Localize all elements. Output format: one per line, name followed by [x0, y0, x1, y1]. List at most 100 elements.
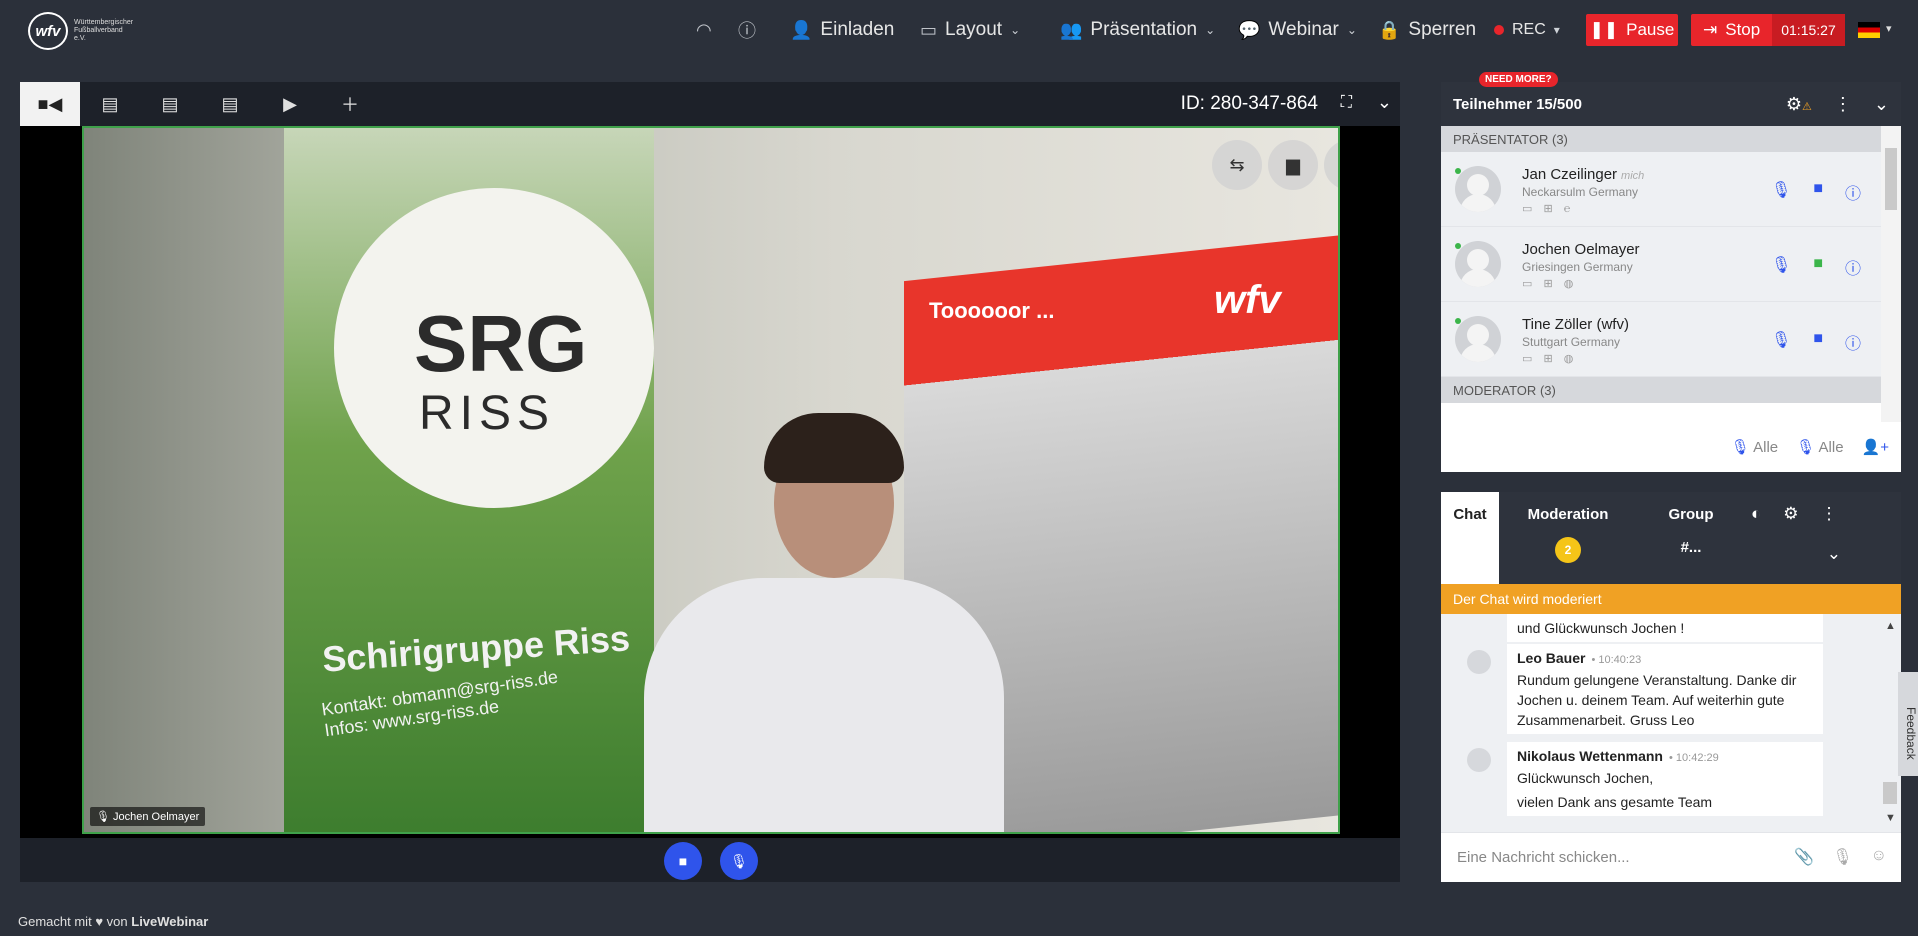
chevron-down-icon: ⌄	[1346, 23, 1357, 37]
chat-tabs: Chat Moderation 2 Group #... ◐ ⚙ ⋮ ⌄	[1441, 492, 1901, 584]
logo-mark: wfv	[28, 12, 68, 50]
chevron-down-icon[interactable]: ⌄	[1827, 544, 1841, 564]
add-tab-button[interactable]: ＋	[320, 82, 380, 126]
participant-row[interactable]: Tine Zöller (wfv) Stuttgart Germany ▭ ⊞ …	[1441, 302, 1881, 377]
word-doc-icon: ▤	[101, 93, 119, 114]
tab-group[interactable]: Group #...	[1641, 492, 1741, 584]
fullscreen-icon[interactable]: ⛶	[1341, 94, 1352, 112]
swap-icon[interactable]: ⇆	[1212, 140, 1262, 190]
language-flag-icon[interactable]	[1858, 22, 1880, 38]
brand-link[interactable]: LiveWebinar	[131, 914, 208, 929]
rec-dropdown[interactable]: REC ▾	[1494, 17, 1560, 43]
stop-icon: ⇥	[1703, 20, 1718, 39]
pause-button[interactable]: ❚❚ Pause	[1586, 14, 1678, 46]
powerpoint-icon: ▤	[161, 93, 179, 114]
microphone-icon[interactable]: 🎙	[1771, 255, 1791, 279]
emoji-icon[interactable]: ☺	[1871, 847, 1887, 867]
microphone-icon: 🎙	[96, 811, 110, 823]
microphone-icon[interactable]: 🎙	[1832, 847, 1852, 867]
microphone-icon: 🎙	[1730, 439, 1750, 456]
settings-icon[interactable]: ⚙	[1783, 504, 1798, 524]
pause-icon: ❚❚	[1589, 20, 1619, 39]
microphone-icon[interactable]: 🎙	[1771, 330, 1791, 354]
layout-dropdown[interactable]: ▭ Layout ⌄	[920, 17, 1020, 43]
tab-moderation[interactable]: Moderation 2	[1513, 492, 1623, 584]
lock-icon: 🔒	[1378, 19, 1401, 40]
recording-timer: 01:15:27	[1772, 14, 1845, 46]
video-area: SRG RISS Schirigruppe Riss Kontakt: obma…	[20, 126, 1400, 838]
wifi-icon[interactable]: ◠	[696, 17, 712, 43]
tab-chat[interactable]: Chat	[1441, 492, 1499, 584]
excel-tab[interactable]: ▤	[200, 82, 260, 126]
chevron-down-icon[interactable]: ⌄	[1874, 94, 1889, 115]
need-more-badge[interactable]: NEED MORE?	[1479, 72, 1558, 87]
chat-input[interactable]: Eine Nachricht schicken... 📎 🎙 ☺	[1441, 832, 1901, 882]
camera-toggle-button[interactable]: ■	[664, 842, 702, 880]
participant-row[interactable]: Jan Czeilinger mich Neckarsulm Germany ▭ …	[1441, 152, 1881, 227]
info-icon[interactable]: ⓘ	[1845, 255, 1861, 279]
info-icon[interactable]: ⓘ	[1845, 180, 1861, 204]
chat-bubble-icon: 💬	[1238, 19, 1261, 40]
presenter-section-header: PRÄSENTATOR (3)	[1441, 126, 1881, 152]
moderated-notice: Der Chat wird moderiert	[1441, 584, 1901, 614]
participants-list: PRÄSENTATOR (3) Jan Czeilinger mich Necka…	[1441, 126, 1901, 422]
more-vertical-icon[interactable]: ⋮	[1821, 504, 1838, 524]
meeting-id: ID: 280-347-864	[1180, 93, 1318, 114]
participant-row[interactable]: Jochen Oelmayer Griesingen Germany ▭ ⊞ ◍…	[1441, 227, 1881, 302]
chevron-down-icon: ⌄	[1010, 23, 1021, 37]
info-icon[interactable]: ⓘ	[1845, 330, 1861, 354]
powerpoint-tab[interactable]: ▤	[140, 82, 200, 126]
device-icons: ▭ ⊞ ◍	[1522, 353, 1578, 365]
presenter-body	[644, 578, 1004, 832]
presentation-dropdown[interactable]: 👥 Präsentation ⌄	[1060, 17, 1215, 43]
scroll-up-icon[interactable]: ▲	[1885, 620, 1896, 632]
video-camera-icon[interactable]: ■	[1813, 330, 1823, 354]
chat-messages: und Glückwunsch Jochen ! Leo Bauer • 10:4…	[1441, 614, 1901, 832]
device-icons: ▭ ⊞ ℮	[1522, 203, 1575, 215]
play-icon: ▶	[283, 93, 297, 114]
layout-icon: ▭	[920, 19, 938, 40]
logo-text: Württembergischer Fußballverband e.V.	[74, 19, 134, 42]
participants-title: Teilnehmer 15/500	[1453, 96, 1582, 113]
word-doc-tab[interactable]: ▤	[80, 82, 140, 126]
chevron-down-icon[interactable]: ⌄	[1377, 92, 1392, 113]
camera-tab[interactable]: ■◀	[20, 82, 80, 126]
chat-message: und Glückwunsch Jochen !	[1507, 614, 1823, 642]
video-name-label: 🎙 Jochen Oelmayer	[90, 807, 206, 826]
settings-warning-icon[interactable]: ⚙⚠	[1786, 94, 1812, 115]
invite-button[interactable]: 👤 Einladen	[790, 17, 894, 43]
caret-down-icon[interactable]: ▾	[1886, 22, 1892, 35]
participants-scrollbar[interactable]	[1881, 126, 1901, 422]
microphone-icon: 🎙	[730, 852, 748, 869]
lock-button[interactable]: 🔒 Sperren	[1378, 17, 1476, 43]
plus-icon: ＋	[341, 95, 359, 115]
unmute-all-button[interactable]: 🎙 Alle	[1796, 438, 1843, 456]
excel-icon: ▤	[221, 93, 239, 114]
stage-panel: ■◀ ▤ ▤ ▤ ▶ ＋ ID: 280-347-864 ⛶ ⌄ SRG RIS…	[20, 82, 1400, 882]
play-video-tab[interactable]: ▶	[260, 82, 320, 126]
flag-group-icon[interactable]: ◐	[1751, 504, 1761, 524]
stop-button[interactable]: ⇥ Stop 01:15:27	[1691, 14, 1845, 46]
layout-icon[interactable]: ▆	[1268, 140, 1318, 190]
mute-all-button[interactable]: 🎙 Alle	[1731, 438, 1778, 456]
microphone-icon[interactable]: 🎙	[1771, 180, 1791, 204]
video-camera-icon: ■◀	[37, 93, 63, 114]
add-participant-icon[interactable]: 👤+	[1862, 438, 1889, 456]
feedback-tab[interactable]: Feedback	[1898, 672, 1918, 776]
video-camera-icon[interactable]: ■	[1813, 180, 1823, 204]
online-indicator	[1455, 168, 1461, 174]
more-vertical-icon[interactable]: ⋮	[1834, 94, 1852, 115]
scroll-thumb[interactable]	[1883, 782, 1897, 804]
scroll-down-icon[interactable]: ▼	[1885, 812, 1896, 824]
webinar-dropdown[interactable]: 💬 Webinar ⌄	[1238, 17, 1357, 43]
video-camera-icon[interactable]: ■	[1813, 255, 1823, 279]
avatar	[1455, 316, 1501, 362]
microphone-off-icon: 🎙	[1796, 439, 1816, 456]
footer: Gemacht mit ♥ von LiveWebinar	[18, 914, 209, 929]
chat-panel: Chat Moderation 2 Group #... ◐ ⚙ ⋮ ⌄ Der…	[1441, 492, 1901, 882]
microphone-toggle-button[interactable]: 🎙	[720, 842, 758, 880]
heart-icon: ♥	[95, 914, 104, 929]
info-icon[interactable]: ⓘ	[738, 17, 756, 43]
paperclip-icon[interactable]: 📎	[1794, 847, 1814, 867]
participants-panel: NEED MORE? Teilnehmer 15/500 ⚙⚠ ⋮ ⌄ PRÄS…	[1441, 72, 1901, 472]
